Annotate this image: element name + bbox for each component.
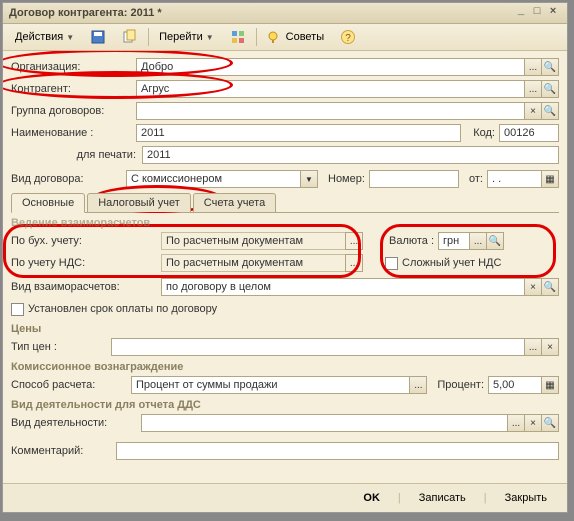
activity-search-button[interactable]: 🔍: [541, 414, 559, 432]
price-type-select-button[interactable]: ...: [524, 338, 542, 356]
section-prices: Цены: [11, 323, 559, 335]
toolbar: Действия▼ Перейти▼ Советы ?: [3, 24, 567, 51]
org-input[interactable]: Добро: [136, 58, 525, 76]
settlement-clear-button[interactable]: ×: [524, 278, 542, 296]
comment-label: Комментарий:: [11, 445, 116, 457]
bybuh-input[interactable]: По расчетным документам: [161, 232, 346, 250]
complex-vat-label: Сложный учет НДС: [402, 257, 501, 269]
org-label: Организация:: [11, 61, 136, 73]
percent-label: Процент:: [433, 379, 488, 391]
contract-type-dropdown[interactable]: ▼: [300, 170, 318, 188]
counterparty-label: Контрагент:: [11, 83, 136, 95]
group-search-button[interactable]: 🔍: [541, 102, 559, 120]
org-search-button[interactable]: 🔍: [541, 58, 559, 76]
contract-type-label: Вид договора:: [11, 173, 126, 185]
structure-icon[interactable]: [224, 27, 252, 47]
currency-select-button[interactable]: ...: [469, 232, 487, 250]
minimize-button[interactable]: _: [513, 6, 529, 20]
actions-menu[interactable]: Действия▼: [9, 27, 80, 47]
advice-button[interactable]: Советы: [261, 27, 330, 47]
ok-button[interactable]: OK: [353, 489, 390, 507]
from-date-calendar-button[interactable]: ▦: [541, 170, 559, 188]
code-label: Код:: [469, 127, 499, 139]
byvat-label: По учету НДС:: [11, 257, 161, 269]
bybuh-label: По бух. учету:: [11, 235, 161, 247]
save-button[interactable]: Записать: [409, 489, 476, 507]
section-settlements: Ведение взаиморасчетов: [11, 217, 559, 229]
byvat-select-button[interactable]: ...: [345, 254, 363, 272]
number-label: Номер:: [324, 173, 369, 185]
complex-vat-checkbox[interactable]: [385, 257, 398, 270]
bybuh-select-button[interactable]: ...: [345, 232, 363, 250]
calc-method-input[interactable]: Процент от суммы продажи: [131, 376, 410, 394]
help-icon[interactable]: ?: [334, 27, 362, 47]
name-input[interactable]: 2011: [136, 124, 461, 142]
window-title: Договор контрагента: 2011 *: [9, 7, 513, 19]
price-type-clear-button[interactable]: ×: [541, 338, 559, 356]
activity-select-button[interactable]: ...: [507, 414, 525, 432]
settlement-type-label: Вид взаиморасчетов:: [11, 281, 161, 293]
tab-tax[interactable]: Налоговый учет: [87, 193, 191, 212]
section-commission: Комиссионное вознаграждение: [11, 361, 559, 373]
titlebar: Договор контрагента: 2011 * _ □ ×: [3, 3, 567, 24]
counterparty-select-button[interactable]: ...: [524, 80, 542, 98]
forprint-input[interactable]: 2011: [142, 146, 559, 164]
calc-method-label: Способ расчета:: [11, 379, 131, 391]
group-input[interactable]: [136, 102, 525, 120]
copy-icon[interactable]: [116, 27, 144, 47]
footer: OK | Записать | Закрыть: [3, 483, 567, 512]
price-type-label: Тип цен :: [11, 341, 111, 353]
close-button[interactable]: Закрыть: [495, 489, 557, 507]
currency-input[interactable]: грн: [438, 232, 470, 250]
group-clear-button[interactable]: ×: [524, 102, 542, 120]
close-window-button[interactable]: ×: [545, 6, 561, 20]
code-input[interactable]: 00126: [499, 124, 559, 142]
currency-search-button[interactable]: 🔍: [486, 232, 504, 250]
payment-term-checkbox[interactable]: [11, 303, 24, 316]
settlement-search-button[interactable]: 🔍: [541, 278, 559, 296]
org-select-button[interactable]: ...: [524, 58, 542, 76]
percent-calc-button[interactable]: ▦: [541, 376, 559, 394]
number-input[interactable]: [369, 170, 459, 188]
payment-term-label: Установлен срок оплаты по договору: [28, 303, 217, 315]
contract-type-combo[interactable]: С комиссионером: [126, 170, 301, 188]
from-date-input[interactable]: . .: [487, 170, 542, 188]
tab-main[interactable]: Основные: [11, 193, 85, 213]
calc-method-select-button[interactable]: ...: [409, 376, 427, 394]
group-label: Группа договоров:: [11, 105, 136, 117]
activity-clear-button[interactable]: ×: [524, 414, 542, 432]
save-icon[interactable]: [84, 27, 112, 47]
section-dds: Вид деятельности для отчета ДДС: [11, 399, 559, 411]
tabs: Основные Налоговый учет Счета учета: [11, 193, 559, 213]
activity-type-input[interactable]: [141, 414, 508, 432]
counterparty-search-button[interactable]: 🔍: [541, 80, 559, 98]
goto-menu[interactable]: Перейти▼: [153, 27, 220, 47]
form-body: Организация: Добро ... 🔍 Контрагент: Агр…: [3, 51, 567, 483]
settlement-type-input[interactable]: по договору в целом: [161, 278, 525, 296]
svg-text:?: ?: [345, 33, 351, 44]
name-label: Наименование :: [11, 127, 136, 139]
byvat-input[interactable]: По расчетным документам: [161, 254, 346, 272]
tab-accounts[interactable]: Счета учета: [193, 193, 276, 212]
forprint-label: для печати:: [11, 149, 142, 161]
price-type-input[interactable]: [111, 338, 525, 356]
from-label: от:: [465, 173, 487, 185]
comment-input[interactable]: [116, 442, 559, 460]
currency-label: Валюта :: [385, 235, 438, 247]
maximize-button[interactable]: □: [529, 6, 545, 20]
counterparty-input[interactable]: Агрус: [136, 80, 525, 98]
activity-type-label: Вид деятельности:: [11, 417, 141, 429]
percent-input[interactable]: 5,00: [488, 376, 542, 394]
